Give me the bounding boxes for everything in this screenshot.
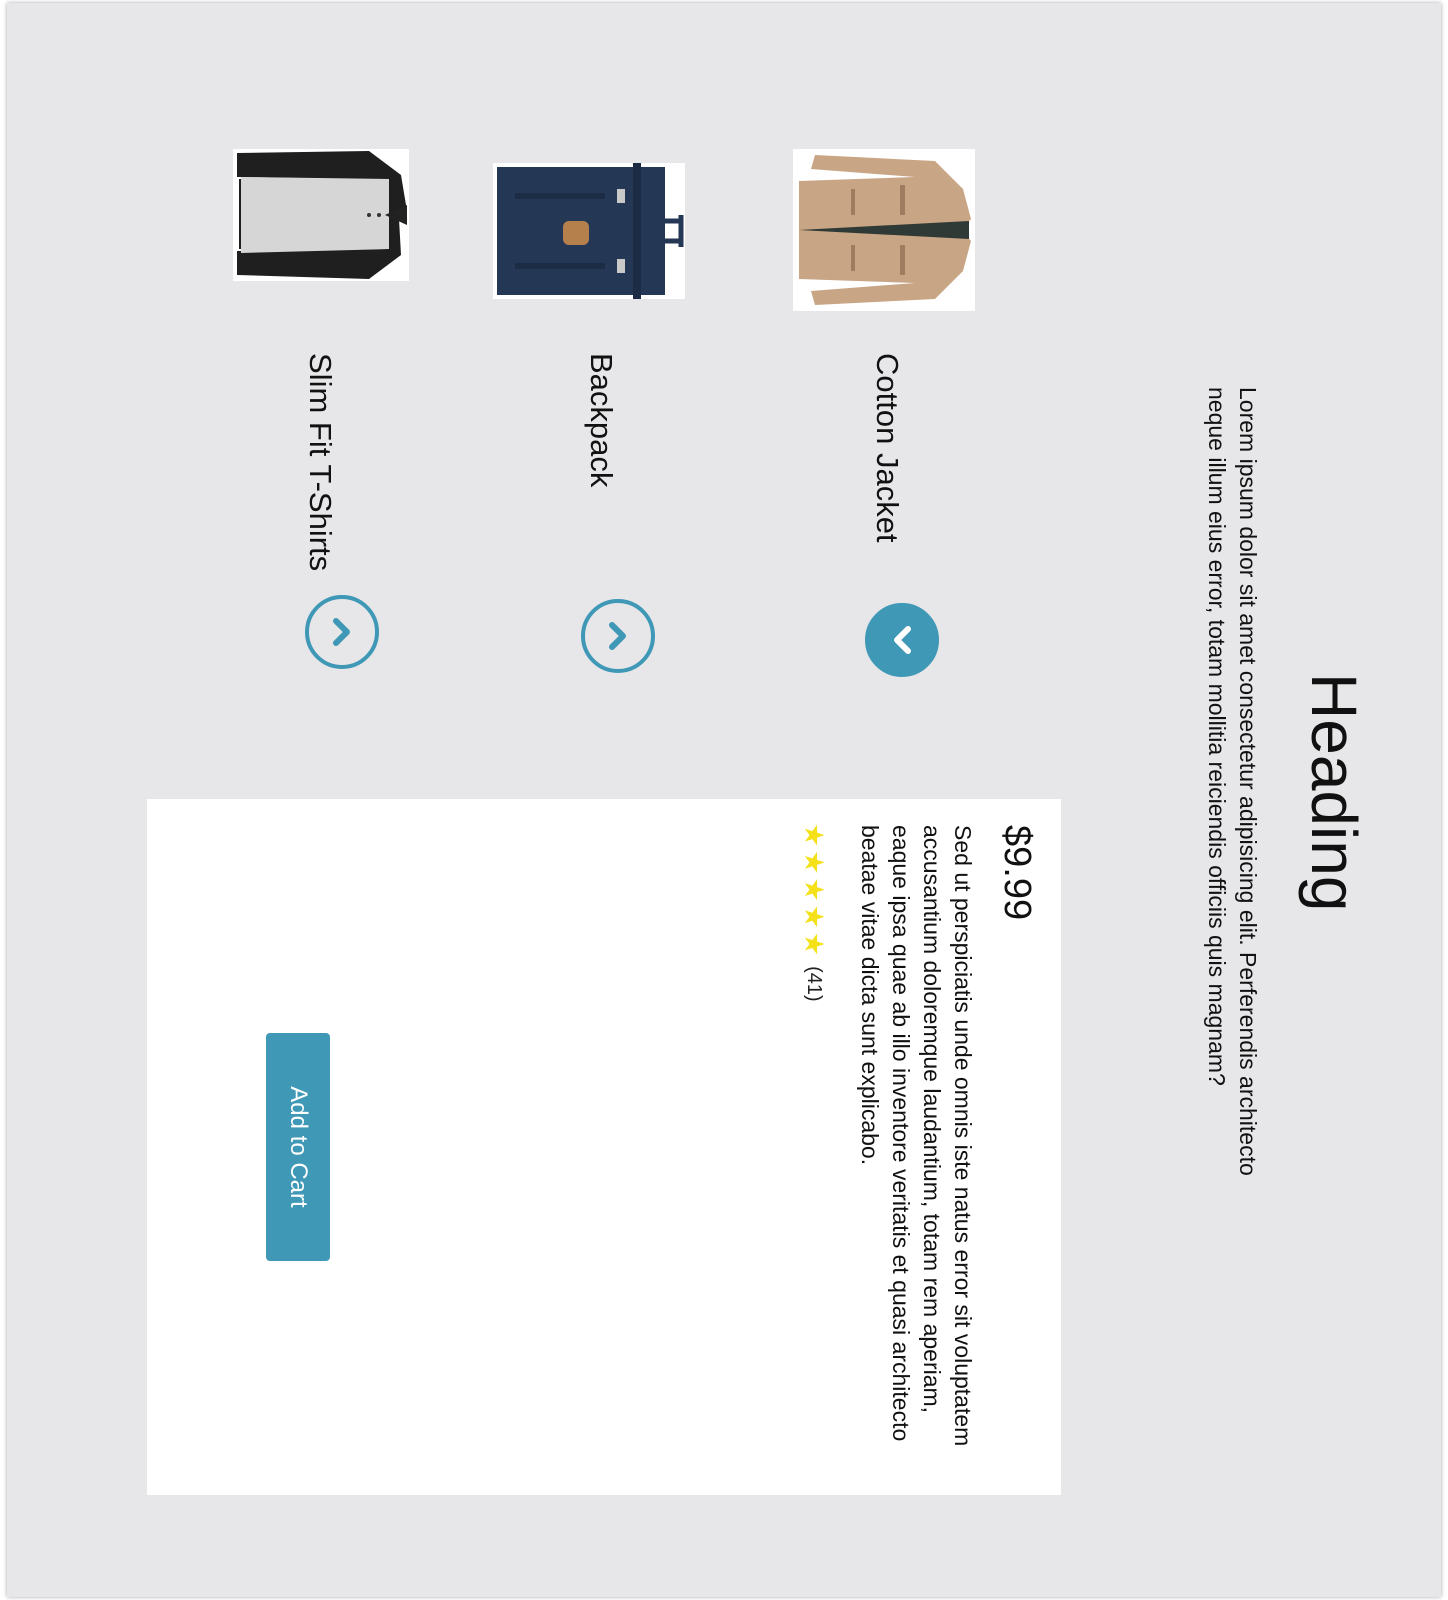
chevron-up-icon xyxy=(609,622,626,650)
page-title: Heading xyxy=(1298,673,1370,912)
collapse-cotton-jacket-button[interactable] xyxy=(865,603,939,677)
star-icon: ★ xyxy=(799,904,829,929)
backpack-image-icon xyxy=(493,163,685,299)
jacket-image-icon xyxy=(793,149,975,311)
product-price: $9.99 xyxy=(996,825,1038,921)
star-rating: ★ ★ ★ ★ ★ (41) xyxy=(799,823,829,1002)
product-name-backpack[interactable]: Backpack xyxy=(584,353,619,487)
tshirt-image-icon xyxy=(233,149,409,281)
add-to-cart-button[interactable]: Add to Cart xyxy=(266,1033,330,1261)
product-description: Sed ut perspiciatis unde omnis iste natu… xyxy=(857,825,976,1447)
star-icon: ★ xyxy=(799,931,829,957)
product-detail-panel: $9.99 Sed ut perspiciatis unde omnis ist… xyxy=(147,799,1061,1495)
expand-backpack-button[interactable] xyxy=(581,599,655,673)
backpack-image[interactable] xyxy=(493,163,685,299)
intro-text: Lorem ipsum dolor sit amet consectetur a… xyxy=(1204,387,1261,1176)
review-count[interactable]: (41) xyxy=(802,966,825,1002)
star-icon: ★ xyxy=(799,823,829,848)
star-icon: ★ xyxy=(799,877,829,902)
expand-slim-fit-tshirts-button[interactable] xyxy=(305,595,379,669)
rotated-frame: Heading Lorem ipsum dolor sit amet conse… xyxy=(7,3,1441,1597)
page: Heading Lorem ipsum dolor sit amet conse… xyxy=(7,3,1441,1597)
product-name-slim-fit-tshirts[interactable]: Slim Fit T-Shirts xyxy=(303,353,338,571)
chevron-down-icon xyxy=(894,626,911,654)
slim-fit-tshirt-image[interactable] xyxy=(233,149,409,281)
star-icon: ★ xyxy=(799,850,829,875)
cotton-jacket-image[interactable] xyxy=(793,149,975,311)
chevron-up-icon xyxy=(333,618,350,646)
product-name-cotton-jacket[interactable]: Cotton Jacket xyxy=(870,353,905,543)
